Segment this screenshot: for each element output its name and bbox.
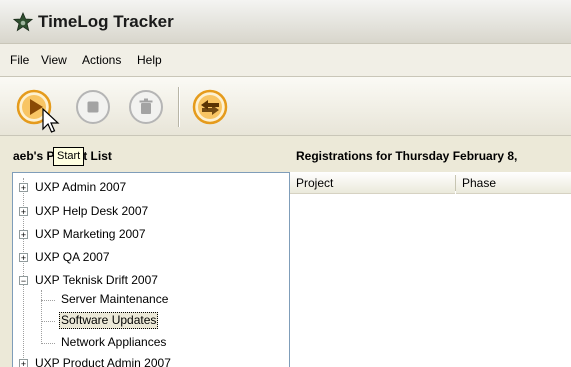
trash-icon bbox=[129, 90, 163, 124]
menu-bar: File View Actions Help bbox=[0, 44, 571, 77]
tree-branch bbox=[41, 300, 55, 301]
app-star-icon bbox=[13, 12, 33, 32]
registrations-title: Registrations for Thursday February 8, bbox=[296, 149, 518, 163]
column-header-project[interactable]: Project bbox=[290, 172, 455, 194]
tree-item-software-updates[interactable]: Software Updates bbox=[59, 311, 159, 330]
collapse-toggle[interactable]: − bbox=[19, 276, 28, 286]
expand-toggle[interactable]: + bbox=[19, 253, 28, 263]
menu-view[interactable]: View bbox=[41, 53, 67, 67]
menu-actions[interactable]: Actions bbox=[82, 53, 121, 67]
toolbar-separator bbox=[178, 87, 180, 127]
tree-item-uxp-admin-2007[interactable]: UXP Admin 2007 bbox=[35, 178, 126, 197]
tree-item-uxp-marketing-2007[interactable]: UXP Marketing 2007 bbox=[35, 225, 146, 244]
app-window: TimeLog Tracker File View Actions Help a… bbox=[0, 0, 571, 367]
tree-item-uxp-product-admin-2007[interactable]: UXP Product Admin 2007 bbox=[35, 354, 171, 367]
swap-arrows-icon bbox=[192, 89, 228, 125]
registrations-header: Registrations for Thursday February 8, bbox=[289, 136, 571, 172]
column-header-phase[interactable]: Phase bbox=[456, 172, 571, 194]
registrations-grid: Project Phase bbox=[289, 172, 571, 367]
tree-child-line bbox=[41, 290, 42, 344]
tooltip: Start bbox=[53, 147, 85, 166]
menu-file[interactable]: File bbox=[10, 53, 29, 67]
mouse-pointer-icon bbox=[42, 108, 60, 133]
selected-tree-label: Software Updates bbox=[59, 312, 159, 329]
toolbar bbox=[0, 77, 571, 136]
sync-button[interactable] bbox=[192, 89, 228, 125]
tree-item-server-maintenance[interactable]: Server Maintenance bbox=[61, 290, 168, 309]
expand-toggle[interactable]: + bbox=[19, 207, 28, 217]
expand-toggle[interactable]: + bbox=[19, 183, 28, 193]
project-tree: + UXP Admin 2007 + UXP Help Desk 2007 + … bbox=[12, 172, 290, 367]
tree-item-uxp-qa-2007[interactable]: UXP QA 2007 bbox=[35, 248, 110, 267]
expand-toggle[interactable]: + bbox=[19, 230, 28, 240]
expand-toggle[interactable]: + bbox=[19, 359, 28, 367]
window-title: TimeLog Tracker bbox=[38, 12, 174, 31]
tree-item-uxp-help-desk-2007[interactable]: UXP Help Desk 2007 bbox=[35, 202, 148, 221]
delete-button[interactable] bbox=[128, 89, 164, 125]
stop-icon bbox=[76, 90, 110, 124]
project-list-header: aeb's Project List bbox=[0, 136, 288, 172]
stop-button[interactable] bbox=[75, 89, 111, 125]
tree-branch bbox=[41, 321, 55, 322]
menu-help[interactable]: Help bbox=[137, 53, 162, 67]
title-bar: TimeLog Tracker bbox=[0, 0, 571, 44]
tree-item-network-appliances[interactable]: Network Appliances bbox=[61, 333, 166, 352]
tree-item-uxp-teknisk-drift-2007[interactable]: UXP Teknisk Drift 2007 bbox=[35, 271, 158, 290]
tree-branch bbox=[41, 343, 55, 344]
